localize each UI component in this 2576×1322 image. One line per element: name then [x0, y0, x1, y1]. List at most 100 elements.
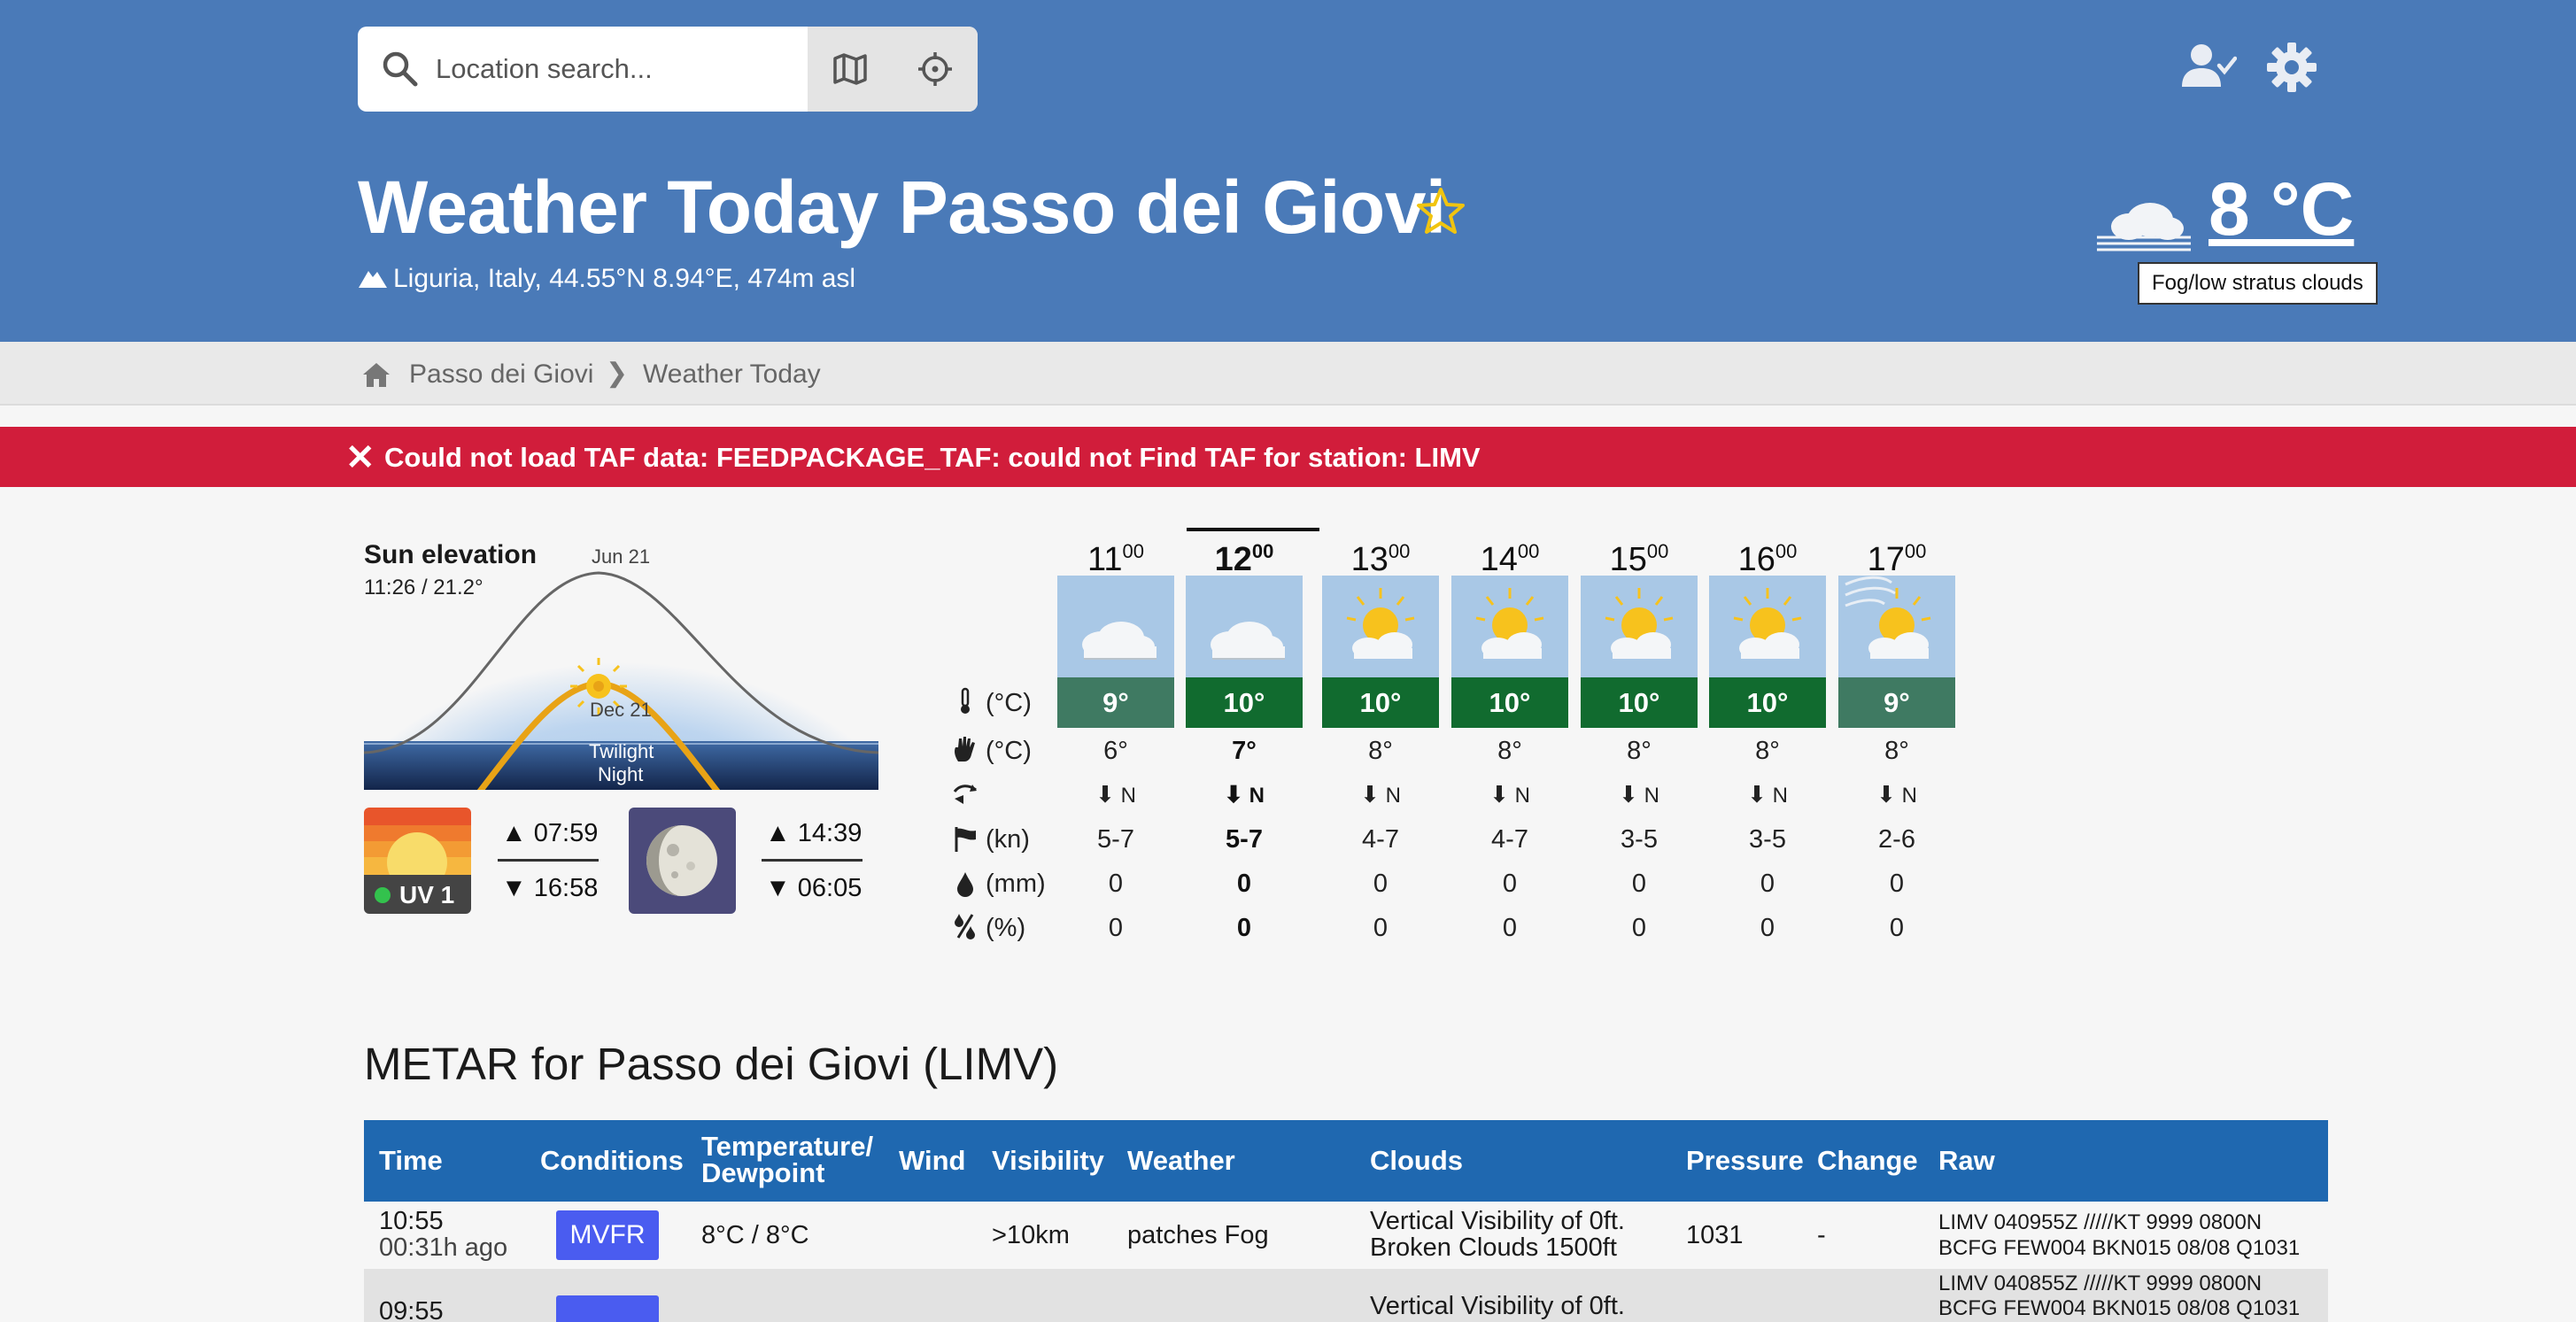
hourly-weather-tile[interactable]: 9°: [1057, 576, 1174, 728]
wind-direction-text: N: [1120, 784, 1136, 808]
raw-metar-line-1: LIMV 040855Z /////KT 9999 0800N: [1938, 1272, 2263, 1295]
column-header: Pressure: [1686, 1145, 1804, 1176]
wind-direction-value: ⬇ N: [1322, 781, 1439, 808]
minute-value: 00: [1122, 540, 1144, 562]
arrow-down-icon: ⬇: [1360, 781, 1380, 808]
sky-condition: [1057, 576, 1174, 677]
precipitation-value: 0: [1760, 870, 1775, 898]
change: -: [1817, 1221, 1826, 1249]
moonrise-time: ▲ 14:39: [765, 819, 863, 847]
hour-label: 1200: [1186, 540, 1303, 579]
arrow-down-icon: ⬇: [1489, 781, 1509, 808]
precipitation-value: 0: [1631, 870, 1647, 898]
wind-direction-text: N: [1514, 784, 1530, 808]
column-header: Change: [1817, 1145, 1918, 1176]
hourly-weather-tile[interactable]: 9°: [1838, 576, 1955, 728]
search-input[interactable]: [434, 46, 797, 92]
visibility: >10km: [992, 1221, 1070, 1249]
breadcrumb-location-link[interactable]: Passo dei Giovi: [409, 359, 593, 390]
search-field[interactable]: [358, 27, 808, 112]
precipitation-probability-value: 0: [1502, 914, 1518, 942]
hour-label: 1400: [1451, 540, 1568, 579]
wind-direction-text: N: [1772, 784, 1788, 808]
sunrise-time: ▲ 07:59: [501, 819, 599, 847]
hour-label: 1100: [1057, 540, 1174, 579]
column-header: Conditions: [540, 1145, 684, 1176]
wind-speed-value: 4-7: [1362, 825, 1399, 854]
wind-speed-flag-icon: [955, 827, 976, 852]
column-header: Time: [379, 1145, 443, 1176]
minute-value: 00: [1251, 540, 1274, 562]
moon-phase-tile: [629, 808, 736, 914]
winter-solstice-label: Dec 21: [590, 699, 652, 721]
sky-condition: [1709, 576, 1826, 677]
location-search-box: [358, 27, 978, 112]
precipitation-value: 0: [1236, 870, 1252, 898]
raw-metar-line-1: LIMV 040955Z /////KT 9999 0800N: [1938, 1210, 2263, 1234]
hour-value: 12: [1214, 541, 1252, 578]
wind-speed-value: 3-5: [1749, 825, 1786, 854]
wind-direction-value: ⬇ N: [1186, 781, 1303, 808]
precipitation-probability-value: 0: [1889, 914, 1905, 942]
moonrise-value: 14:39: [797, 819, 863, 847]
hourly-weather-tile[interactable]: 10°: [1709, 576, 1826, 728]
home-icon[interactable]: [361, 361, 391, 388]
wind-direction-value: ⬇ N: [1838, 781, 1955, 808]
hourly-weather-tile[interactable]: 10°: [1186, 576, 1303, 728]
flight-category-badge: [556, 1295, 659, 1322]
user-account-icon[interactable]: [2180, 39, 2237, 96]
temperature-value: 10°: [1322, 677, 1439, 728]
hour-label: 1300: [1322, 540, 1439, 579]
gear-icon[interactable]: [2263, 39, 2320, 96]
felt-temperature-value: 7°: [1232, 737, 1257, 765]
wind-speed-value: 5-7: [1226, 825, 1263, 854]
uv-index-badge: UV 1: [364, 875, 471, 914]
hourly-weather-tile[interactable]: 10°: [1581, 576, 1698, 728]
twilight-label: Twilight: [589, 740, 654, 762]
moonset-value: 06:05: [797, 874, 863, 902]
uv-index-value: UV 1: [399, 881, 455, 908]
precipitation-probability-value: 0: [1760, 914, 1775, 942]
wind-speed-value: 3-5: [1621, 825, 1658, 854]
column-header: Clouds: [1370, 1145, 1464, 1176]
arrow-down-icon: ⬇: [1619, 781, 1638, 808]
felt-temperature-value: 8°: [1755, 737, 1780, 765]
metar-title: METAR for Passo dei Giovi (LIMV): [364, 1039, 1059, 1089]
locate-me-button[interactable]: [893, 27, 978, 112]
pressure: 1031: [1686, 1221, 1744, 1249]
minute-value: 00: [1904, 540, 1927, 562]
map-button[interactable]: [808, 27, 893, 112]
temperature-value: 9°: [1838, 677, 1955, 728]
night-label: Night: [598, 763, 644, 785]
temperature-value: 9°: [1057, 677, 1174, 728]
sunset-value: 16:58: [533, 874, 599, 902]
uv-index-tile: UV 1: [364, 808, 471, 914]
sunset-time: ▼ 16:58: [501, 874, 599, 902]
error-message: Could not load TAF data: FEEDPACKAGE_TAF…: [384, 442, 1481, 473]
arrow-down-icon: ⬇: [1095, 781, 1115, 808]
sky-condition: [1581, 576, 1698, 677]
page-header: Weather Today Passo dei Giovi Liguria, I…: [0, 0, 2576, 342]
minute-value: 00: [1388, 540, 1411, 562]
hour-value: 15: [1609, 541, 1647, 578]
hourly-weather-tile[interactable]: 10°: [1451, 576, 1568, 728]
breadcrumb-separator: ❯: [606, 359, 629, 388]
cloudy-icon: [1211, 622, 1285, 660]
temperature-dewpoint: 8°C / 8°C: [701, 1221, 809, 1249]
column-header: Visibility: [992, 1145, 1104, 1176]
raw-metar-line-2: BCFG FEW004 BKN015 08/08 Q1031: [1938, 1296, 2301, 1320]
close-icon[interactable]: ✕: [345, 437, 375, 478]
felt-temperature-value: 8°: [1368, 737, 1393, 765]
uv-level-dot: [375, 887, 391, 903]
arrow-down-icon: ⬇: [1876, 781, 1896, 808]
partly-sunny-icon: [1733, 588, 1802, 659]
current-temperature[interactable]: 8 °C: [2209, 166, 2354, 252]
hour-value: 16: [1737, 541, 1775, 578]
precipitation-probability-icon: [955, 914, 975, 939]
hourly-weather-tile[interactable]: 10°: [1322, 576, 1439, 728]
precipitation-value: 0: [1889, 870, 1905, 898]
favorite-star-icon[interactable]: [1415, 186, 1466, 237]
felt-temperature-value: 8°: [1497, 737, 1522, 765]
page-title: Weather Today Passo dei Giovi: [358, 166, 1446, 249]
hour-value: 13: [1350, 541, 1389, 578]
